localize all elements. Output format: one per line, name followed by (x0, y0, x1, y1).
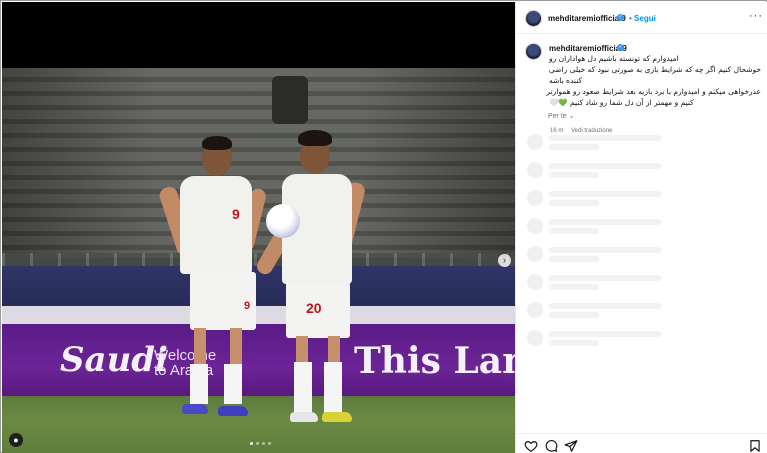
caption-line: عذرخواهی میکنم و امیدوارم با برد بازیه ب… (546, 87, 761, 96)
placeholder-shape (549, 228, 599, 234)
stadium-tunnel (272, 76, 308, 124)
placeholder-shape (527, 274, 543, 290)
shorts-number-left: 9 (244, 300, 251, 312)
verified-badge-icon: ✓ (617, 14, 624, 21)
caption-avatar[interactable] (525, 43, 542, 60)
heart-icon[interactable] (524, 439, 538, 453)
placeholder-shape (527, 134, 543, 150)
comment-placeholder (527, 214, 767, 238)
comment-placeholder (527, 186, 767, 210)
placeholder-shape (549, 256, 599, 262)
caption-line: کنیم و مهمتر از آن دل شما رو شاد کنیم 💚🤍 (549, 98, 694, 107)
post-header: mehditaremiofficial9 ✓ • Segui ··· (516, 2, 767, 34)
placeholder-shape (527, 302, 543, 318)
player-left-sock2 (224, 364, 242, 404)
player-right-hair (298, 130, 332, 146)
carousel-dot[interactable] (262, 442, 265, 445)
player-left-sock (190, 364, 208, 404)
follow-label: Segui (634, 14, 656, 23)
comment-icon[interactable] (544, 439, 558, 453)
placeholder-shape (549, 172, 599, 178)
placeholder-shape (549, 200, 599, 206)
caption-text: امیدوارم که تونسته باشیم دل هواداران رو … (546, 53, 761, 108)
player-left-leg (194, 328, 206, 368)
for-you-toggle[interactable]: Per te ⌄ (548, 112, 575, 120)
chevron-right-icon[interactable]: › (498, 254, 511, 267)
placeholder-shape (527, 162, 543, 178)
player-right: 20 (254, 122, 374, 432)
caption-username[interactable]: mehditaremiofficial9 (549, 44, 627, 53)
player-left-shirt (180, 176, 252, 274)
player-left-boot (182, 404, 208, 414)
user-tag-icon[interactable]: ● (9, 433, 23, 447)
jersey-number-left: 9 (232, 206, 240, 222)
player-left: 9 9 (157, 128, 272, 428)
action-bar (516, 433, 767, 453)
placeholder-shape (549, 303, 661, 309)
player-right-sock (294, 362, 312, 414)
comment-placeholder (527, 270, 767, 294)
placeholder-shape (549, 312, 599, 318)
placeholder-shape (549, 219, 661, 225)
comment-placeholder (527, 242, 767, 266)
placeholder-shape (527, 190, 543, 206)
carousel-dot[interactable] (268, 442, 271, 445)
player-right-boot (290, 412, 318, 422)
placeholder-shape (549, 275, 661, 281)
send-icon[interactable] (564, 439, 578, 453)
carousel-dot[interactable] (250, 442, 253, 445)
placeholder-shape (549, 284, 599, 290)
caption-line: کننده باشه (549, 76, 583, 85)
post-username[interactable]: mehditaremiofficial9 (548, 14, 626, 23)
placeholder-shape (549, 331, 661, 337)
placeholder-shape (549, 247, 661, 253)
ad-text-saudi: Saudi (60, 340, 168, 380)
avatar[interactable] (525, 10, 542, 27)
placeholder-shape (549, 191, 661, 197)
shorts-number-right: 20 (306, 300, 322, 316)
caption-verified-icon: ✓ (617, 44, 624, 51)
follow-button[interactable]: • Segui (629, 14, 656, 23)
comment-placeholder (527, 158, 767, 182)
player-left-hair (202, 136, 232, 150)
carousel-dots (250, 442, 271, 445)
post-sidebar: mehditaremiofficial9 ✓ • Segui ··· mehdi… (515, 2, 767, 453)
placeholder-shape (549, 163, 661, 169)
player-right-sock2 (324, 362, 342, 414)
football (266, 204, 300, 238)
player-right-boot2 (322, 412, 352, 422)
post-photo: Saudi Welcome to Arabia This Lan 9 9 20 (2, 68, 515, 453)
player-left-leg2 (230, 328, 242, 368)
placeholder-shape (527, 330, 543, 346)
placeholder-shape (549, 340, 599, 346)
comment-placeholder (527, 298, 767, 322)
placeholder-shape (549, 135, 661, 141)
comment-placeholder (527, 130, 767, 154)
caption-line: خوشحال کنیم اگر چه که شرایط بازی به صورت… (548, 65, 761, 74)
more-horizontal-icon[interactable]: ··· (749, 10, 763, 22)
chevron-down-icon: ⌄ (568, 113, 575, 120)
post-viewer: Saudi Welcome to Arabia This Lan 9 9 20 … (0, 0, 767, 453)
post-media[interactable]: Saudi Welcome to Arabia This Lan 9 9 20 … (2, 2, 515, 453)
placeholder-shape (527, 218, 543, 234)
comment-placeholder (527, 326, 767, 350)
bookmark-icon[interactable] (748, 439, 762, 453)
for-you-label: Per te (548, 113, 567, 120)
ad-text-this-land: This Lan (354, 340, 515, 382)
placeholder-shape (527, 246, 543, 262)
placeholder-shape (549, 144, 599, 150)
caption-line: امیدوارم که تونسته باشیم دل هواداران رو (549, 54, 679, 63)
carousel-dot[interactable] (256, 442, 259, 445)
player-left-boot2 (218, 406, 248, 416)
